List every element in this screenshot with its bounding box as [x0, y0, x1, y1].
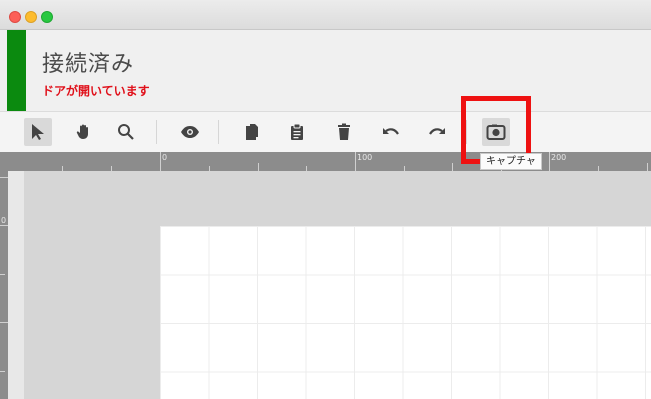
- toolbar-separator: [156, 120, 157, 144]
- close-window-button[interactable]: [9, 11, 21, 23]
- connection-indicator-bar: [7, 30, 26, 111]
- undo-button[interactable]: [377, 118, 405, 146]
- paste-button[interactable]: [283, 118, 311, 146]
- ruler-label: 0: [162, 153, 168, 162]
- vertical-ruler: 0: [0, 171, 8, 399]
- copy-icon: [246, 124, 258, 140]
- door-open-warning: ドアが開いています: [42, 84, 150, 98]
- window-title-bar: [0, 0, 651, 30]
- minimize-window-button[interactable]: [25, 11, 37, 23]
- status-edge: [0, 30, 7, 111]
- magnifier-icon: [118, 124, 134, 140]
- eye-icon: [181, 126, 199, 138]
- hand-icon: [76, 124, 88, 139]
- zoom-tool-button[interactable]: [112, 118, 140, 146]
- ruler-label: 0: [1, 216, 7, 225]
- preview-button[interactable]: [176, 118, 204, 146]
- trash-icon: [338, 123, 350, 140]
- redo-icon: [429, 128, 445, 135]
- ruler-label: 100: [357, 153, 373, 162]
- clipboard-icon: [291, 123, 303, 140]
- connection-status-panel: 接続済み ドアが開いています: [0, 30, 651, 112]
- copy-button[interactable]: [238, 118, 266, 146]
- connection-status-title: 接続済み: [42, 52, 135, 77]
- pointer-arrow-icon: [32, 124, 44, 140]
- delete-button[interactable]: [330, 118, 358, 146]
- ruler-label: 200: [551, 153, 567, 162]
- redo-button[interactable]: [423, 118, 451, 146]
- horizontal-ruler: 0 100 200: [0, 152, 651, 171]
- pan-tool-button[interactable]: [70, 118, 98, 146]
- capture-tooltip: キャプチャ: [480, 153, 542, 170]
- toolbar: [0, 112, 651, 152]
- zoom-window-button[interactable]: [41, 11, 53, 23]
- undo-icon: [383, 128, 399, 135]
- select-tool-button[interactable]: [24, 118, 52, 146]
- toolbar-separator: [218, 120, 219, 144]
- work-sheet[interactable]: [160, 226, 651, 399]
